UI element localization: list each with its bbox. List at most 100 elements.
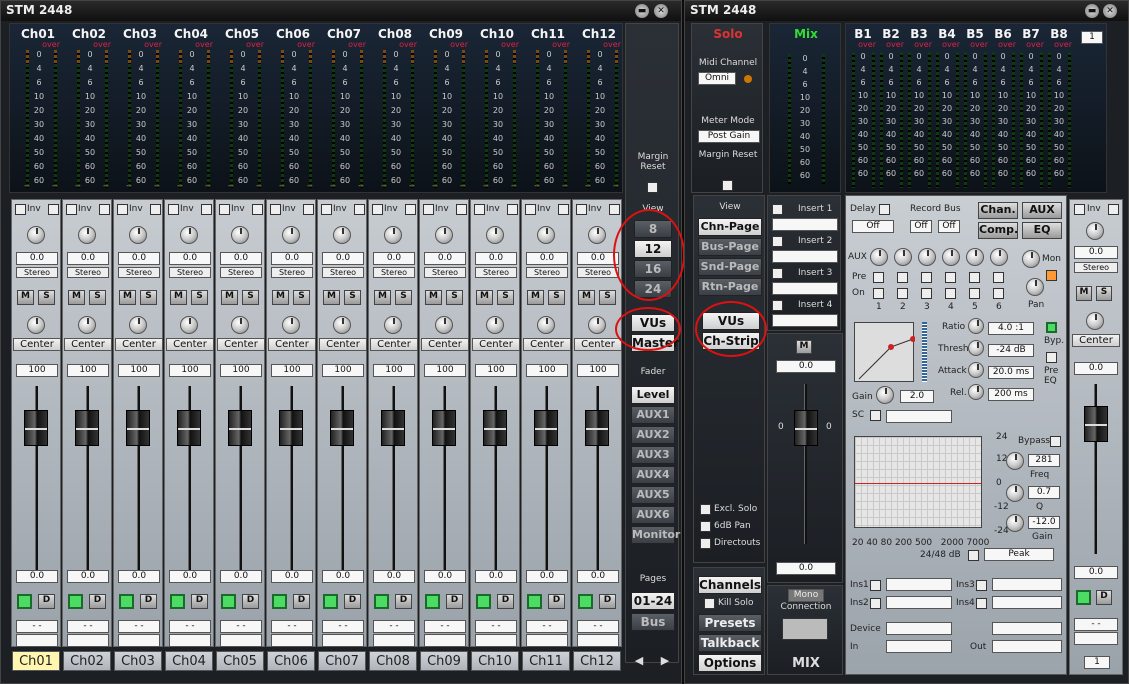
routing-field-2[interactable] <box>118 634 160 647</box>
gain-value[interactable]: 0.0 <box>67 252 109 265</box>
direct-button[interactable]: D <box>191 594 208 609</box>
channel-name-button[interactable]: Ch08 <box>369 651 417 671</box>
aux-pre-checkbox[interactable] <box>945 272 956 283</box>
page-range-button[interactable]: 01-24 <box>631 592 675 610</box>
pan-knob[interactable] <box>180 316 198 334</box>
insert-checkbox[interactable] <box>772 204 783 215</box>
stereo-button[interactable]: Stereo <box>169 267 211 278</box>
pan-value[interactable]: Center <box>64 338 112 351</box>
gain-value[interactable]: 0.0 <box>118 252 160 265</box>
solo-button[interactable]: S <box>344 290 361 305</box>
pan-value[interactable]: Center <box>166 338 214 351</box>
select-button[interactable] <box>272 594 287 609</box>
close-icon[interactable]: ✕ <box>654 4 668 18</box>
6db-pan-checkbox[interactable] <box>700 521 711 532</box>
margin-reset-button[interactable] <box>722 180 733 191</box>
fader-top-value[interactable]: 100 <box>220 364 262 377</box>
direct-button[interactable]: D <box>38 594 55 609</box>
minimize-icon[interactable]: ▬ <box>635 4 649 18</box>
stereo-button[interactable]: Stereo <box>373 267 415 278</box>
gain-value[interactable]: 0.0 <box>169 252 211 265</box>
bus-dash-field-2[interactable] <box>1074 632 1118 645</box>
rel-knob[interactable] <box>968 384 984 400</box>
q-knob[interactable] <box>1006 484 1024 502</box>
select-button[interactable] <box>170 594 185 609</box>
inv-checkbox[interactable] <box>270 204 281 215</box>
gain-value[interactable]: 0.0 <box>424 252 466 265</box>
routing-field[interactable]: - - <box>475 620 517 633</box>
bus-solo-button[interactable]: S <box>1096 286 1112 301</box>
mute-button[interactable]: M <box>170 290 187 305</box>
master-level-top[interactable]: 0.0 <box>776 360 836 373</box>
sidechain-field[interactable] <box>886 410 952 423</box>
pan-knob[interactable] <box>435 316 453 334</box>
routing-field-2[interactable] <box>322 634 364 647</box>
fader-top-value[interactable]: 100 <box>322 364 364 377</box>
snd-page-button[interactable]: Snd-Page <box>698 258 762 276</box>
mon-knob[interactable] <box>1022 250 1040 268</box>
device-in-field-2[interactable] <box>886 640 952 653</box>
sidechain-checkbox[interactable] <box>870 410 881 421</box>
aux-on-checkbox[interactable] <box>921 288 932 299</box>
channel-name-button[interactable]: Ch11 <box>522 651 570 671</box>
next-page-icon[interactable]: ▶ <box>658 654 672 667</box>
channel-option-checkbox[interactable] <box>609 204 620 215</box>
routing-field[interactable]: - - <box>577 620 619 633</box>
channel-name-button[interactable]: Ch10 <box>471 651 519 671</box>
select-button[interactable] <box>476 594 491 609</box>
gain-knob[interactable] <box>588 226 606 244</box>
delay-checkbox[interactable] <box>879 204 890 215</box>
insert-checkbox[interactable] <box>772 300 783 311</box>
fader-mode-button[interactable]: AUX2 <box>631 426 675 444</box>
record-bus-off-1[interactable]: Off <box>910 220 932 233</box>
attack-knob[interactable] <box>968 362 984 378</box>
solo-button[interactable]: S <box>89 290 106 305</box>
channel-name-button[interactable]: Ch09 <box>420 651 468 671</box>
eq-mode-checkbox[interactable] <box>968 550 979 561</box>
pan-knob[interactable] <box>384 316 402 334</box>
pan-knob[interactable] <box>537 316 555 334</box>
solo-button[interactable]: S <box>395 290 412 305</box>
comp-active-indicator[interactable] <box>1046 322 1057 333</box>
stereo-button[interactable]: Stereo <box>424 267 466 278</box>
select-button[interactable] <box>68 594 83 609</box>
inv-checkbox[interactable] <box>423 204 434 215</box>
fader-mode-button[interactable]: AUX6 <box>631 506 675 524</box>
ratio-knob[interactable] <box>968 318 984 334</box>
options-button[interactable]: Options <box>698 654 762 672</box>
stereo-button[interactable]: Stereo <box>271 267 313 278</box>
pan-knob[interactable] <box>486 316 504 334</box>
fader-handle[interactable] <box>177 410 201 446</box>
fader-handle[interactable] <box>585 410 609 446</box>
fader-mode-button[interactable]: Monitor <box>631 526 680 544</box>
routing-field-2[interactable] <box>424 634 466 647</box>
pan-value[interactable]: Center <box>13 338 61 351</box>
fader-value[interactable]: 0.0 <box>322 570 364 583</box>
fader-top-value[interactable]: 100 <box>424 364 466 377</box>
eq-tab[interactable]: EQ <box>1022 222 1062 239</box>
fader-value[interactable]: 0.0 <box>577 570 619 583</box>
q-value[interactable]: 0.7 <box>1028 486 1060 499</box>
bus-mute-button[interactable]: M <box>1076 286 1092 301</box>
inv-checkbox[interactable] <box>219 204 230 215</box>
fader-handle[interactable] <box>75 410 99 446</box>
channel-name-button[interactable]: Ch03 <box>114 651 162 671</box>
fader-top-value[interactable]: 100 <box>475 364 517 377</box>
rtn-page-button[interactable]: Rtn-Page <box>698 278 762 296</box>
fader-value[interactable]: 0.0 <box>271 570 313 583</box>
gain-value[interactable]: 0.0 <box>271 252 313 265</box>
fader-handle[interactable] <box>279 410 303 446</box>
fader-mode-button[interactable]: AUX1 <box>631 406 675 424</box>
fader-value[interactable]: 0.0 <box>373 570 415 583</box>
inv-checkbox[interactable] <box>474 204 485 215</box>
ins1-field[interactable] <box>886 578 952 591</box>
inv-checkbox[interactable] <box>576 204 587 215</box>
bus-fader-top[interactable]: 0.0 <box>1074 362 1118 375</box>
bus-page-button[interactable]: Bus <box>631 613 675 631</box>
eq-gain-value[interactable]: -12.0 <box>1028 516 1060 529</box>
fader-mode-button[interactable]: AUX5 <box>631 486 675 504</box>
connection-icon[interactable] <box>782 618 828 640</box>
fader-top-value[interactable]: 100 <box>526 364 568 377</box>
gain-value[interactable]: 0.0 <box>373 252 415 265</box>
gain-knob[interactable] <box>180 226 198 244</box>
